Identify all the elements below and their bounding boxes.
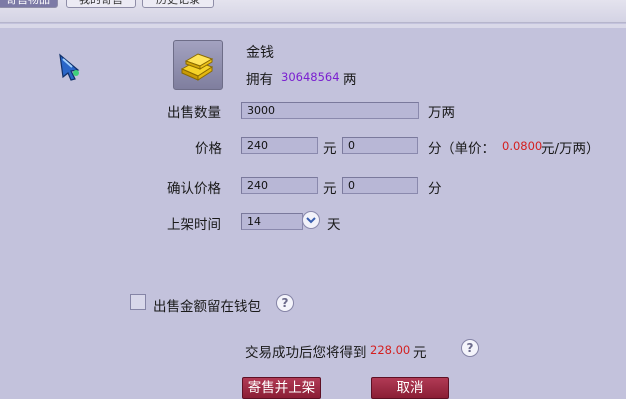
gold-ingot-icon: [173, 40, 223, 90]
listing-time-label: 上架时间: [167, 217, 221, 233]
price-yuan-unit: 元: [323, 141, 337, 157]
quantity-input[interactable]: 3000: [241, 102, 419, 119]
keep-in-wallet-label: 出售金额留在钱包: [153, 299, 261, 315]
unit-price-suffix: 元/万两）: [541, 141, 600, 157]
item-name: 金钱: [246, 45, 274, 61]
help-icon[interactable]: ?: [276, 294, 294, 312]
quantity-unit: 万两: [428, 105, 455, 121]
listing-time-unit: 天: [327, 217, 341, 233]
cancel-button[interactable]: 取消: [371, 377, 449, 399]
own-amount: 30648564: [281, 70, 340, 84]
price-label: 价格: [195, 141, 222, 157]
summary-amount: 228.00: [370, 343, 411, 357]
listing-time-select[interactable]: 14: [241, 213, 303, 230]
own-unit: 两: [343, 72, 357, 88]
top-tab-bar: 寄售物品 我的寄售 历史记录: [0, 0, 626, 23]
keep-in-wallet-checkbox[interactable]: [130, 294, 146, 310]
tab-my-consignments[interactable]: 我的寄售: [66, 0, 136, 8]
price-fen-unit: 分: [428, 141, 442, 157]
confirm-price-label: 确认价格: [167, 181, 221, 197]
unit-price-value: 0.0800: [502, 139, 543, 153]
confirm-fen-input[interactable]: 0: [342, 177, 418, 194]
help-icon[interactable]: ?: [461, 339, 479, 357]
price-yuan-input[interactable]: 240: [241, 137, 318, 154]
pointer-cursor-icon: [59, 53, 80, 81]
quantity-label: 出售数量: [167, 105, 221, 121]
consign-and-list-button[interactable]: 寄售并上架: [242, 377, 321, 399]
unit-price-prefix: （单价：: [441, 141, 495, 157]
confirm-fen-unit: 分: [428, 181, 442, 197]
confirm-yuan-input[interactable]: 240: [241, 177, 318, 194]
price-fen-input[interactable]: 0: [342, 137, 418, 154]
summary-suffix: 元: [413, 345, 427, 361]
chevron-down-icon[interactable]: [302, 211, 320, 229]
confirm-yuan-unit: 元: [323, 181, 337, 197]
header-divider: [0, 24, 626, 28]
tab-consign-item[interactable]: 寄售物品: [0, 0, 58, 8]
own-label: 拥有: [246, 72, 273, 88]
summary-prefix: 交易成功后您将得到: [245, 345, 367, 361]
tab-history[interactable]: 历史记录: [142, 0, 214, 8]
